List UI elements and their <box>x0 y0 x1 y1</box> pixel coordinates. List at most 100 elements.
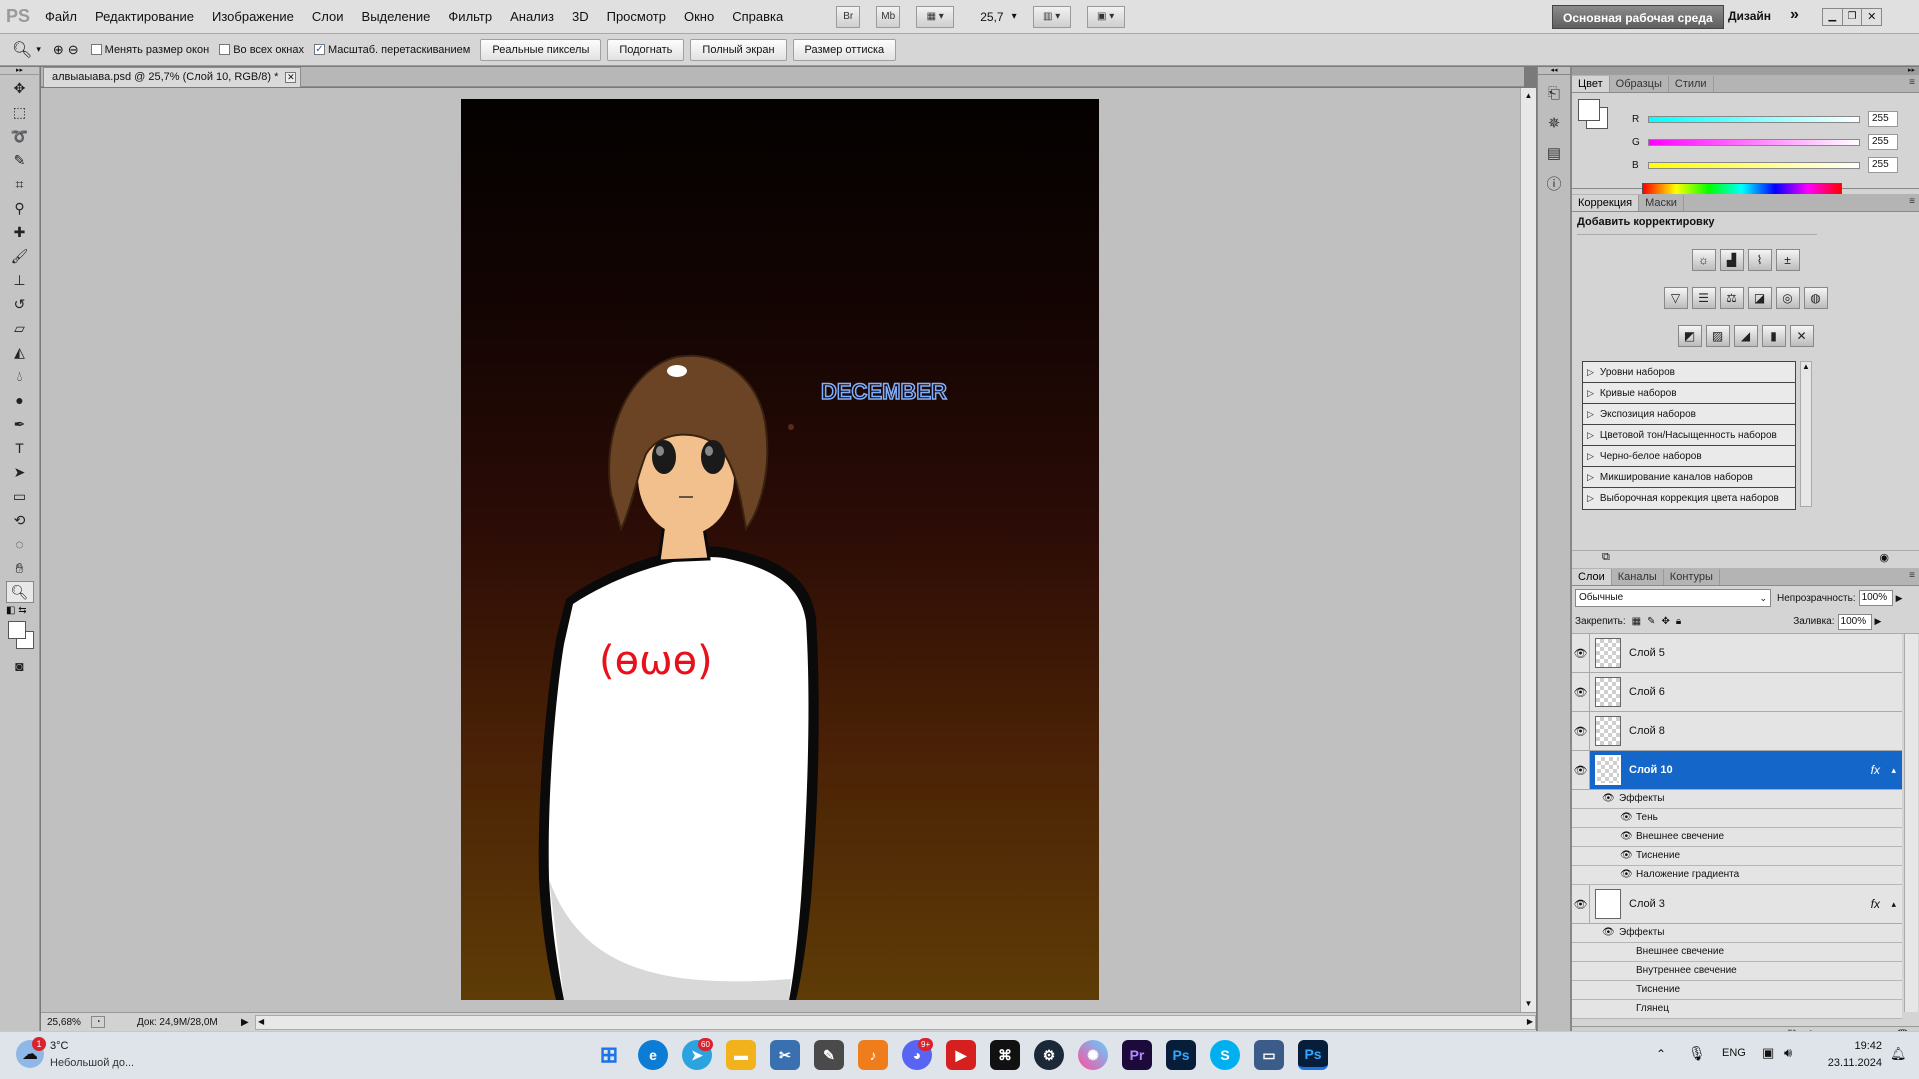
move-tool-icon[interactable]: ✥ <box>6 77 34 99</box>
zoom-value[interactable]: 25,7 <box>980 10 1003 24</box>
exposure-icon[interactable]: ± <box>1775 249 1800 271</box>
layer-row-selected[interactable]: 👁︎ Слой 10 fx ▴ <box>1572 751 1902 790</box>
layer-fx-icon[interactable]: fx <box>1871 763 1880 777</box>
microphone-icon[interactable]: 🎙︎ <box>1688 1045 1706 1062</box>
menu-view[interactable]: Просмотр <box>598 0 675 34</box>
visibility-eye-icon[interactable]: 👁︎ <box>1572 634 1590 672</box>
skype-icon[interactable]: S <box>1210 1040 1240 1070</box>
preset-selective-color[interactable]: ▷ Выборочная коррекция цвета наборов <box>1583 488 1795 509</box>
clip-to-layer-icon[interactable]: ⧉ <box>1602 551 1610 568</box>
all-windows-checkbox[interactable]: Во всех окнах <box>219 44 304 56</box>
visibility-eye-icon[interactable]: 👁︎ <box>1572 751 1590 789</box>
document-tab[interactable]: алвыаыава.psd @ 25,7% (Слой 10, RGB/8) *… <box>43 67 302 87</box>
tab-channels[interactable]: Каналы <box>1612 569 1664 585</box>
zoom-in-icon[interactable]: ⊕ <box>53 42 64 58</box>
fit-screen-button[interactable]: Подогнать <box>607 38 685 61</box>
preset-black-white[interactable]: ▷ Черно-белое наборов <box>1583 446 1795 467</box>
b-slider[interactable] <box>1648 161 1860 169</box>
pencil-app-icon[interactable]: ✎ <box>814 1040 844 1070</box>
marquee-tool-icon[interactable]: ⬚ <box>6 101 34 123</box>
effect-row[interactable]: Тиснение <box>1572 981 1902 1000</box>
arrange-documents-button[interactable]: ▥ ▾ <box>1032 5 1071 28</box>
file-explorer-icon[interactable]: ▬ <box>726 1040 756 1070</box>
effect-row[interactable]: Внешнее свечение <box>1572 943 1902 962</box>
tab-layers[interactable]: Слои <box>1572 569 1612 585</box>
scroll-left-icon[interactable]: ◀ <box>258 1017 264 1026</box>
checkbox-box[interactable] <box>219 44 231 55</box>
black-white-icon[interactable]: ◪ <box>1747 287 1772 309</box>
photoshop-taskbar-icon[interactable]: Ps <box>1166 1040 1196 1070</box>
menu-layers[interactable]: Слои <box>303 0 353 34</box>
expand-icon[interactable]: ▷ <box>1587 383 1594 403</box>
photoshop-active-icon[interactable]: Ps <box>1298 1040 1328 1070</box>
network-icon[interactable]: ▣ <box>1762 1045 1774 1061</box>
actual-pixels-button[interactable]: Реальные пикселы <box>480 38 602 61</box>
panel-menu-icon[interactable]: ≡ <box>1909 570 1915 581</box>
edge-icon[interactable]: e <box>638 1040 668 1070</box>
effect-row[interactable]: Глянец <box>1572 1000 1902 1019</box>
tab-styles[interactable]: Стили <box>1669 76 1714 92</box>
channel-mixer-icon[interactable]: ◍ <box>1803 287 1828 309</box>
menu-filter[interactable]: Фильтр <box>439 0 501 34</box>
preset-exposure[interactable]: ▷ Экспозиция наборов <box>1583 404 1795 425</box>
menu-edit[interactable]: Редактирование <box>86 0 203 34</box>
preset-dropdown-icon[interactable]: ▾ <box>36 44 41 55</box>
checkbox-box-checked[interactable]: ✓ <box>313 44 325 55</box>
zoom-out-icon[interactable]: ⊖ <box>68 42 79 58</box>
expand-icon[interactable]: ▷ <box>1587 362 1594 382</box>
expand-icon[interactable]: ▷ <box>1587 404 1594 424</box>
threshold-icon[interactable]: ◢ <box>1733 325 1758 347</box>
clone-stamp-tool-icon[interactable]: ⊥ <box>6 269 34 291</box>
workspace-design-button[interactable]: Дизайн <box>1728 9 1771 23</box>
video-player-icon[interactable]: ▶ <box>946 1040 976 1070</box>
vertical-scrollbar[interactable]: ▲ ▼ <box>1520 88 1536 1012</box>
volume-icon[interactable]: 🔊︎ <box>1784 1045 1792 1061</box>
posterize-icon[interactable]: ▨ <box>1705 325 1730 347</box>
menu-file[interactable]: Файл <box>36 0 86 34</box>
menu-analysis[interactable]: Анализ <box>501 0 563 34</box>
preset-levels[interactable]: ▷ Уровни наборов <box>1583 362 1795 383</box>
preset-hue-saturation[interactable]: ▷ Цветовой тон/Насыщенность наборов <box>1583 425 1795 446</box>
status-menu-arrow-icon[interactable]: ▶ <box>241 1017 255 1028</box>
steam-icon[interactable]: ⚙ <box>1034 1040 1064 1070</box>
shape-tool-icon[interactable]: ▭ <box>6 485 34 507</box>
tab-color[interactable]: Цвет <box>1572 76 1610 92</box>
print-size-button[interactable]: Размер оттиска <box>792 38 897 61</box>
expand-icon[interactable]: ▷ <box>1587 488 1594 508</box>
blur-tool-icon[interactable]: 💧︎ <box>6 365 34 387</box>
preset-curves[interactable]: ▷ Кривые наборов <box>1583 383 1795 404</box>
navigator-panel-icon[interactable]: ✵ <box>1542 111 1566 135</box>
path-selection-tool-icon[interactable]: ➤ <box>6 461 34 483</box>
tab-adjustments[interactable]: Коррекция <box>1572 195 1640 211</box>
menu-help[interactable]: Справка <box>723 0 792 34</box>
scroll-up-icon[interactable]: ▲ <box>1521 88 1536 104</box>
g-value[interactable]: 255 <box>1868 134 1898 150</box>
visibility-eye-icon[interactable]: 👁︎ <box>1572 712 1590 750</box>
scrubby-zoom-checkbox[interactable]: ✓ Масштаб. перетаскиванием <box>313 44 470 56</box>
horizontal-scrollbar[interactable]: ◀ ▶ <box>255 1014 1536 1030</box>
expand-icon[interactable]: ▷ <box>1587 446 1594 466</box>
layer-row[interactable]: 👁︎ Слой 3 fx ▴ <box>1572 885 1902 924</box>
default-colors-icon[interactable]: ◧ ⇆ <box>0 605 39 619</box>
more-workspaces-icon[interactable]: » <box>1790 6 1799 24</box>
visibility-eye-icon[interactable]: 👁︎ <box>1572 885 1590 923</box>
close-tab-icon[interactable]: ✕ <box>285 72 297 83</box>
healing-brush-tool-icon[interactable]: ✚ <box>6 221 34 243</box>
layer-row[interactable]: 👁︎ Слой 5 <box>1572 634 1902 673</box>
lock-transparency-icon[interactable]: ▦ <box>1632 616 1641 627</box>
premiere-icon[interactable]: Pr <box>1122 1040 1152 1070</box>
effect-eye-icon[interactable]: 👁︎ <box>1602 790 1615 808</box>
r-value[interactable]: 255 <box>1868 111 1898 127</box>
paint-bucket-tool-icon[interactable]: ◭ <box>6 341 34 363</box>
effect-eye-icon[interactable]: 👁︎ <box>1602 924 1615 942</box>
capcut-icon[interactable]: ⌘ <box>990 1040 1020 1070</box>
minibridge-button[interactable]: Mb <box>876 5 901 28</box>
panel-menu-icon[interactable]: ≡ <box>1909 196 1915 207</box>
effect-row[interactable]: 👁︎ Тень <box>1572 809 1902 828</box>
photo-filter-icon[interactable]: ◎ <box>1775 287 1800 309</box>
menu-3d[interactable]: 3D <box>563 0 598 34</box>
fill-arrow-icon[interactable]: ▶ <box>1875 616 1882 627</box>
color-foreground-swatch[interactable] <box>1578 99 1600 121</box>
close-icon[interactable]: ✕ <box>1862 9 1881 25</box>
checkbox-box[interactable] <box>90 44 102 55</box>
